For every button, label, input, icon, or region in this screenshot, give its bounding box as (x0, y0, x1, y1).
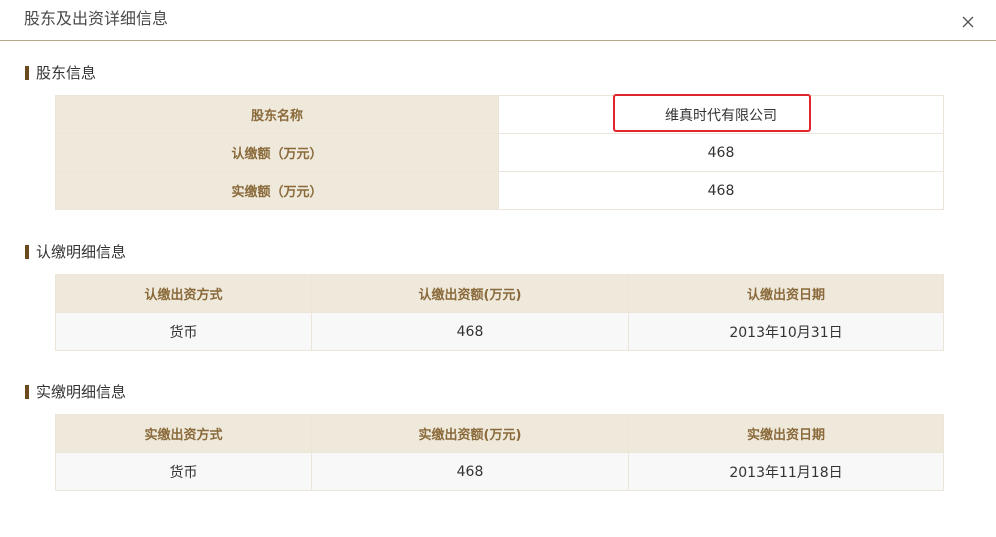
table-cell: 468 (311, 312, 629, 351)
table-header-row: 实缴出资方式 实缴出资额(万元) 实缴出资日期 (55, 414, 944, 453)
table-row: 认缴额（万元） 468 (55, 133, 944, 172)
subscribed-detail-table: 认缴出资方式 认缴出资额(万元) 认缴出资日期 货币 468 2013年10月3… (55, 274, 944, 351)
column-header: 实缴出资方式 (55, 414, 312, 453)
section-title-text: 认缴明细信息 (36, 243, 127, 261)
column-header: 认缴出资额(万元) (311, 274, 629, 313)
close-button[interactable] (958, 12, 978, 32)
dialog-header: 股东及出资详细信息 (0, 0, 996, 41)
table-cell: 468 (311, 452, 629, 491)
section-marker (25, 245, 29, 259)
shareholder-detail-dialog: 股东及出资详细信息 股东信息 股东名称 维真时代有限公司 认缴额（万元） 468… (0, 0, 996, 537)
section-title-text: 实缴明细信息 (36, 383, 127, 401)
dialog-title: 股东及出资详细信息 (24, 9, 169, 28)
value-cell-shareholder-name: 维真时代有限公司 (498, 94, 944, 134)
value-shareholder-name: 维真时代有限公司 (665, 107, 777, 124)
table-cell: 货币 (55, 452, 312, 491)
label-shareholder-name: 股东名称 (55, 95, 499, 134)
column-header: 实缴出资日期 (628, 414, 944, 453)
table-row: 货币 468 2013年10月31日 (55, 312, 944, 351)
column-header: 认缴出资方式 (55, 274, 312, 313)
table-row: 股东名称 维真时代有限公司 (55, 94, 944, 134)
table-cell: 货币 (55, 312, 312, 351)
table-cell: 2013年10月31日 (628, 312, 944, 351)
section-marker (25, 385, 29, 399)
column-header: 实缴出资额(万元) (311, 414, 629, 453)
value-paid-amount: 468 (498, 171, 944, 210)
table-cell: 2013年11月18日 (628, 452, 944, 491)
label-subscribed-amount: 认缴额（万元） (55, 133, 499, 172)
section-title-subscribed: 认缴明细信息 (25, 242, 126, 262)
table-row: 实缴额（万元） 468 (55, 171, 944, 210)
table-row: 货币 468 2013年11月18日 (55, 452, 944, 491)
section-title-paid: 实缴明细信息 (25, 382, 126, 402)
table-header-row: 认缴出资方式 认缴出资额(万元) 认缴出资日期 (55, 274, 944, 313)
label-paid-amount: 实缴额（万元） (55, 171, 499, 210)
section-marker (25, 66, 29, 80)
value-subscribed-amount: 468 (498, 133, 944, 172)
shareholder-table: 股东名称 维真时代有限公司 认缴额（万元） 468 实缴额（万元） 468 (55, 94, 944, 210)
close-icon (962, 16, 974, 28)
section-title-text: 股东信息 (36, 64, 97, 82)
section-title-shareholder: 股东信息 (25, 63, 96, 83)
column-header: 认缴出资日期 (628, 274, 944, 313)
paid-detail-table: 实缴出资方式 实缴出资额(万元) 实缴出资日期 货币 468 2013年11月1… (55, 414, 944, 491)
